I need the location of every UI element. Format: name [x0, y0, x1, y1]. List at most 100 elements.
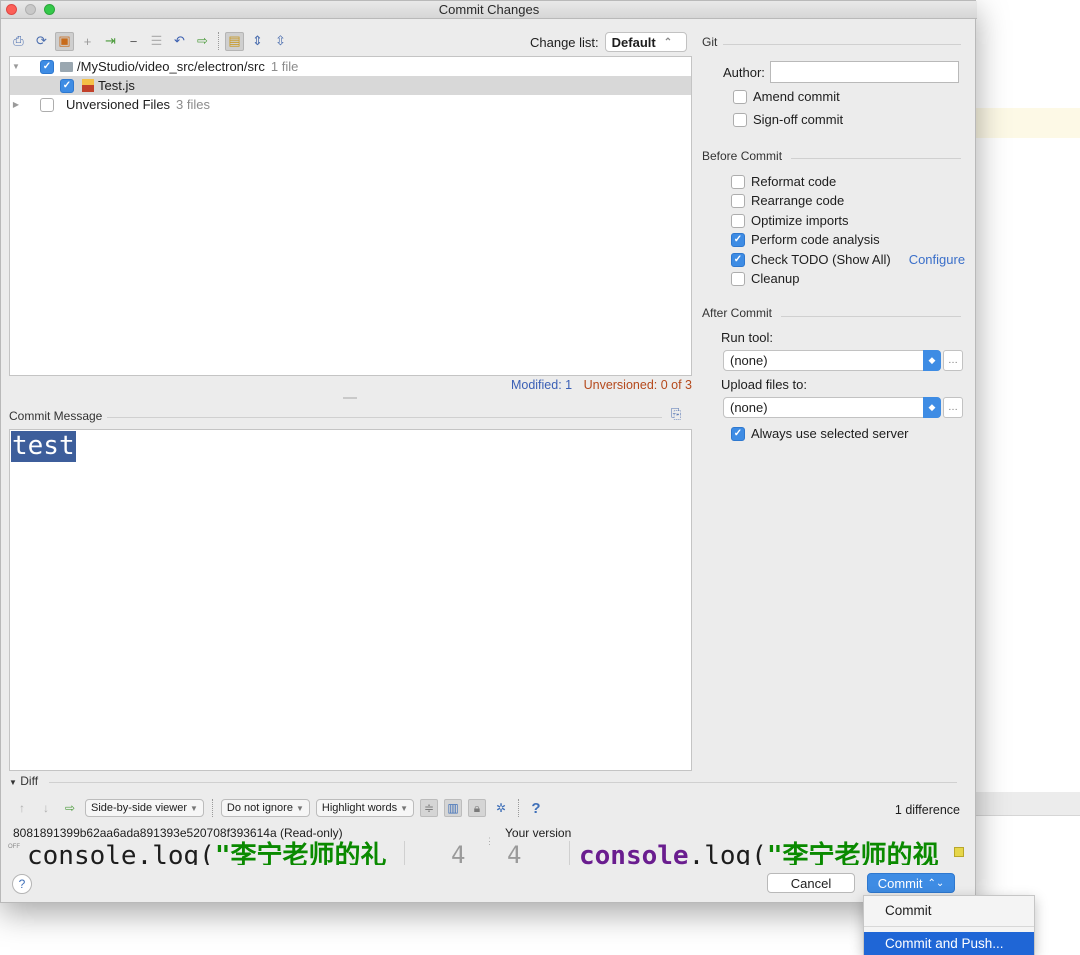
chevron-updown-icon: ◆ [923, 350, 941, 371]
directory-checkbox[interactable]: ✓ [40, 59, 54, 74]
unversioned-checkbox[interactable] [40, 97, 54, 112]
tree-row-file[interactable]: ✓ Test.js [10, 76, 691, 95]
collapsed-arrow-icon[interactable]: ▶ [10, 100, 22, 109]
diff-divider-icon: ⋮ [485, 836, 494, 846]
upload-browse-button[interactable]: … [943, 397, 963, 418]
check-todo-option[interactable]: ✓ Check TODO (Show All) Configure [731, 252, 965, 267]
always-use-server-checkbox[interactable]: ✓ [731, 426, 745, 441]
modified-count: Modified: 1 [510, 378, 573, 392]
diff-label-text: Diff [20, 774, 39, 788]
refresh-icon[interactable]: ⟳ [32, 32, 51, 51]
git-section-rule [723, 44, 961, 45]
cancel-label: Cancel [790, 875, 832, 891]
optimize-imports-option[interactable]: Optimize imports [731, 213, 849, 228]
cleanup-checkbox[interactable] [731, 271, 745, 286]
group-icon[interactable]: ☰ [147, 32, 166, 51]
menu-item-commit-and-push[interactable]: Commit and Push... [864, 932, 1034, 955]
diff-section-rule [49, 782, 957, 783]
viewer-mode-label: Side-by-side viewer [91, 802, 187, 814]
cleanup-option[interactable]: Cleanup [731, 271, 799, 286]
optimize-imports-checkbox[interactable] [731, 213, 745, 228]
unversioned-file-count: 3 files [176, 97, 211, 112]
diff-section-label[interactable]: ▼ Diff [9, 774, 38, 788]
ignore-label: Do not ignore [226, 802, 293, 814]
after-commit-label: After Commit [702, 306, 773, 320]
rollback-icon[interactable]: ▣ [55, 31, 74, 51]
previous-difference-icon[interactable]: ↑ [13, 799, 31, 817]
dropdown-arrow-icon: ▼ [295, 803, 304, 813]
settings-gear-icon[interactable]: ✲ [492, 799, 510, 817]
cancel-button[interactable]: Cancel [767, 873, 855, 893]
left-code-pane[interactable]: console.log("李宁老师的礼 [27, 841, 405, 865]
highlight-words-dropdown[interactable]: Highlight words ▼ [315, 799, 414, 817]
signoff-commit-checkbox[interactable] [733, 112, 747, 127]
run-tool-dropdown[interactable]: (none) ◆ [723, 350, 941, 371]
tree-row-directory[interactable]: ▼ ✓ /MyStudio/video_src/electron/src 1 f… [10, 57, 691, 76]
lock-icon[interactable]: 🔒︎ [468, 799, 486, 817]
upload-dropdown[interactable]: (none) ◆ [723, 397, 941, 418]
toolbar-separator [211, 799, 213, 817]
amend-commit-option[interactable]: Amend commit [733, 89, 840, 104]
undo-icon[interactable]: ↶ [170, 32, 189, 51]
reformat-code-option[interactable]: Reformat code [731, 174, 836, 189]
signoff-commit-label: Sign-off commit [753, 112, 844, 127]
file-checkbox[interactable]: ✓ [60, 78, 74, 93]
code-analysis-option[interactable]: ✓ Perform code analysis [731, 232, 880, 247]
jump-to-source-icon[interactable]: ⇨ [61, 799, 79, 817]
chevron-updown-icon: ◆ [923, 397, 941, 418]
help-icon[interactable]: ? [527, 799, 545, 817]
run-tool-browse-button[interactable]: … [943, 350, 963, 371]
rearrange-code-checkbox[interactable] [731, 193, 745, 208]
collapse-all-icon[interactable]: ⇳ [271, 32, 290, 51]
sync-scroll-icon[interactable]: ▥ [444, 799, 462, 817]
group-by-dir-icon[interactable]: ▤ [225, 31, 244, 51]
title-bar: Commit Changes [1, 1, 977, 19]
left-pane-border [404, 841, 405, 865]
help-button[interactable]: ? [12, 874, 32, 894]
folder-icon [60, 61, 73, 72]
directory-path: /MyStudio/video_src/electron/src [77, 59, 265, 74]
cleanup-label: Cleanup [751, 271, 800, 286]
inspection-status-icon[interactable] [954, 847, 964, 857]
commit-button[interactable]: Commit ⌃⌄ [867, 873, 955, 893]
right-code-string: "李宁老师的视 [766, 841, 939, 865]
expand-all-icon[interactable]: ⇕ [248, 32, 267, 51]
menu-item-commit[interactable]: Commit [864, 899, 1034, 923]
code-analysis-checkbox[interactable]: ✓ [731, 232, 745, 247]
commit-message-editor[interactable]: test [9, 429, 692, 771]
dropdown-arrow-icon: ▼ [400, 803, 408, 813]
remove-icon[interactable]: − [124, 32, 143, 51]
ignore-whitespace-dropdown[interactable]: Do not ignore ▼ [220, 799, 310, 817]
splitter-handle[interactable] [343, 397, 357, 399]
unversioned-count[interactable]: Unversioned: 0 of 3 [584, 378, 692, 392]
tree-row-unversioned[interactable]: ▶ Unversioned Files 3 files [10, 95, 691, 114]
commit-label: Commit [877, 875, 923, 891]
before-commit-label: Before Commit [702, 149, 783, 163]
always-use-server-option[interactable]: ✓ Always use selected server [731, 426, 909, 441]
check-todo-checkbox[interactable]: ✓ [731, 252, 745, 267]
add-icon[interactable]: + [78, 32, 97, 51]
viewer-mode-dropdown[interactable]: Side-by-side viewer ▼ [85, 799, 204, 817]
collapse-unchanged-icon[interactable]: ≑ [420, 799, 438, 817]
configure-link[interactable]: Configure [909, 252, 965, 267]
vcs-check-icon[interactable]: ⎙ [9, 32, 28, 51]
next-difference-icon[interactable]: ↓ [37, 799, 55, 817]
changelist-selector: Change list: Default ⌃ [530, 32, 687, 52]
commit-options-menu: Commit Commit and Push... [863, 895, 1035, 955]
right-code-pane[interactable]: console.log("李宁老师的视 [579, 841, 962, 865]
amend-commit-label: Amend commit [753, 89, 840, 104]
chevron-updown-icon: ⌃⌄ [927, 877, 945, 889]
reformat-code-checkbox[interactable] [731, 174, 745, 189]
amend-commit-checkbox[interactable] [733, 89, 747, 104]
expand-arrow-icon[interactable]: ▼ [10, 62, 22, 71]
rearrange-code-option[interactable]: Rearrange code [731, 193, 844, 208]
move-icon[interactable]: ⇥ [101, 32, 120, 51]
right-pane-border [569, 841, 570, 865]
changelist-dropdown[interactable]: Default ⌃ [604, 32, 687, 52]
diff-icon[interactable]: ⇨ [193, 32, 212, 51]
signoff-commit-option[interactable]: Sign-off commit [733, 112, 843, 127]
author-input[interactable] [769, 61, 959, 83]
message-history-icon[interactable]: ⎘ [671, 406, 681, 422]
upload-value: (none) [730, 400, 768, 415]
always-use-server-label: Always use selected server [751, 426, 909, 441]
